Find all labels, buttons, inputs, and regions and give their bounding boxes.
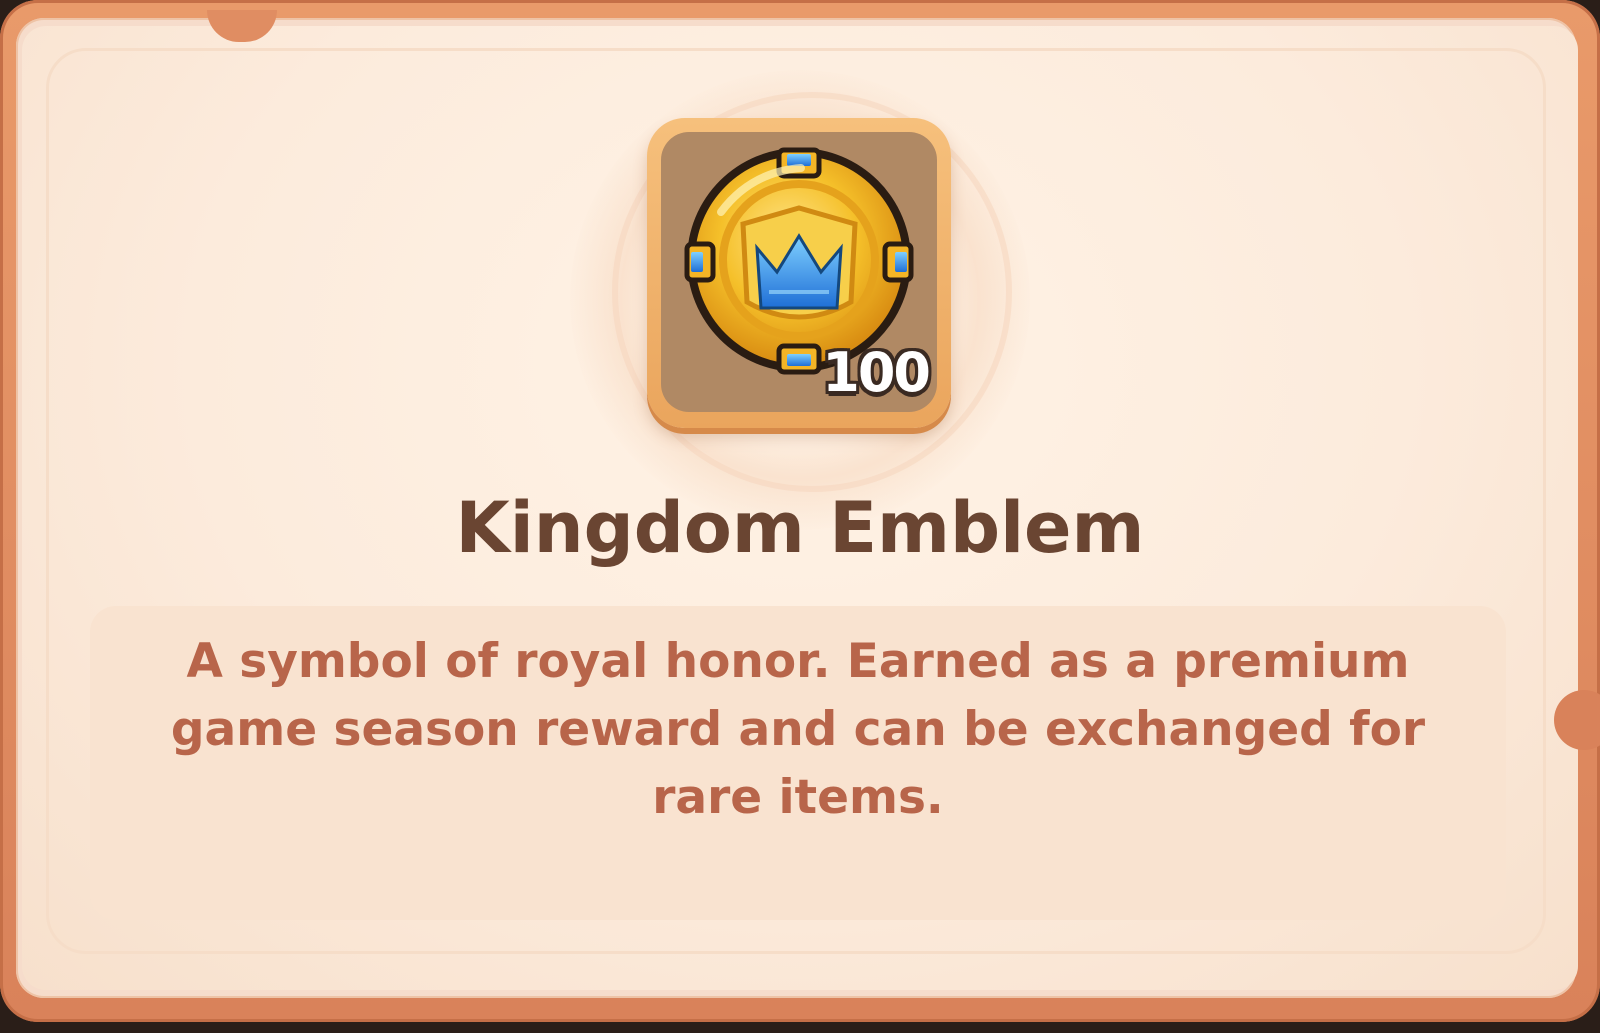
- item-slot: 100: [647, 118, 951, 428]
- item-title: Kingdom Emblem: [455, 487, 1145, 569]
- item-description: A symbol of royal honor. Earned as a pre…: [170, 634, 1426, 825]
- item-count: 100: [822, 341, 931, 404]
- item-info-dialog: 100 Kingdom Emblem A symbol of royal hon…: [0, 0, 1600, 1033]
- description-box: A symbol of royal honor. Earned as a pre…: [90, 606, 1506, 920]
